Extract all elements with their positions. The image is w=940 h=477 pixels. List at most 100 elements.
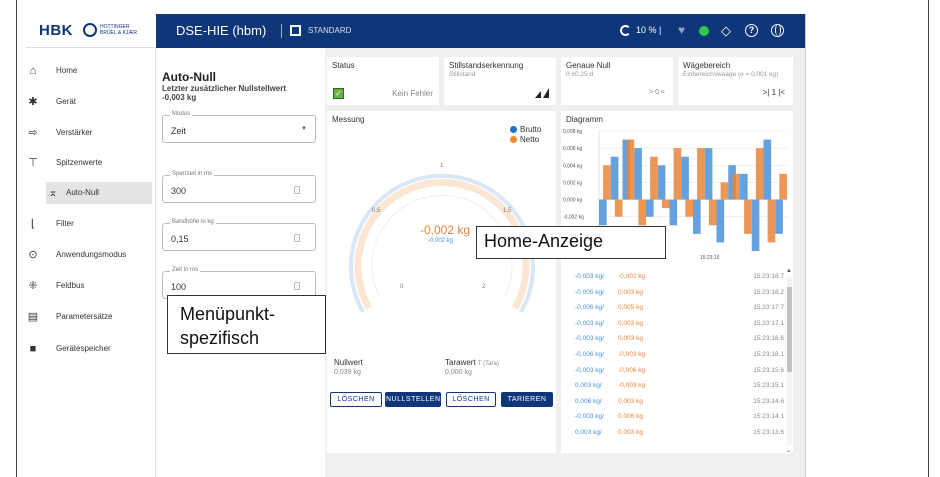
bar-netto <box>685 199 693 217</box>
list-item: -0,003 kg/ -0,002 kg 15:23:18.7 <box>565 273 784 287</box>
sidebar-item-anwendungsmodus[interactable]: ⊙ Anwendungsmodus <box>26 244 156 266</box>
tarawert-value: 0,000 kg <box>445 369 472 376</box>
sidebar-item-geraet[interactable]: ✱ Gerät <box>26 91 156 113</box>
field-label: Bandhöhe in kg <box>170 219 216 225</box>
bandhoehe-input[interactable]: Bandhöhe in kg 0,15 <box>162 219 316 251</box>
history-netto: 0,003 kg <box>618 335 643 343</box>
bar-netto <box>650 156 658 200</box>
bar-netto <box>673 148 682 200</box>
stillstand-card: Stillstandserkennung Stillstand <box>444 57 556 105</box>
sidebar-item-home[interactable]: ⌂ Home <box>26 60 156 82</box>
sidebar-item-auto-null[interactable]: ⌅ Auto-Null <box>46 182 152 204</box>
nullstellen-button[interactable]: NULLSTELLEN <box>385 392 441 407</box>
tarawert-extra: T (Tara) <box>477 361 499 367</box>
sidebar-item-feldbus[interactable]: ⁜ Feldbus <box>26 275 156 297</box>
parameter-sets-icon: ▤ <box>27 311 39 323</box>
zero-indicator: > 0 < <box>649 89 665 96</box>
sidebar-item-label: Gerät <box>56 97 77 106</box>
history-time: 15:23:17.1 <box>753 319 784 327</box>
scrollbar[interactable] <box>787 277 792 445</box>
cpu-load-label: 10 % | <box>636 25 662 35</box>
sidebar-item-filter[interactable]: ⌊ Filter <box>26 213 156 235</box>
bar-brutto <box>646 199 654 217</box>
genaue-null-title: Genaue Null <box>566 61 611 70</box>
scroll-down-icon[interactable]: ⌄ <box>786 447 791 454</box>
field-label: Sperrzeit in ms <box>170 171 215 177</box>
sidebar-item-label: Home <box>56 66 78 75</box>
genaue-null-sub: 0 ±0,25 d <box>566 71 594 78</box>
y-tick-label: 0,002 kg <box>563 180 582 186</box>
history-time: 15:23:14.1 <box>753 413 784 421</box>
y-tick-label: -0,002 kg <box>563 215 584 221</box>
list-item: 0,006 kg/0,003 kg 15:23:14.6 <box>565 398 784 412</box>
last-zero-value: Letzter zusätzlicher Nullstellwert -0,00… <box>162 84 322 102</box>
scrollbar-thumb[interactable] <box>787 287 792 372</box>
sidebar-item-spitzenwerte[interactable]: ⊤ Spitzenwerte <box>26 152 156 174</box>
language-globe-icon[interactable] <box>771 24 784 37</box>
history-brutto: -0,006 kg/ <box>575 351 604 358</box>
sidebar-item-label: Gerätespeicher <box>56 344 111 353</box>
sidebar-item-label: Feldbus <box>56 281 85 290</box>
callout-menupunkt-line2: spezifisch <box>180 328 260 348</box>
list-item: 0,003 kg/ -0,003 kg 15:23:15.1 <box>565 382 784 396</box>
sidebar-item-label: Parametersätze <box>56 312 113 321</box>
status-text: Kein Fehler <box>392 89 433 98</box>
field-value: 100 <box>171 282 187 292</box>
bar-brutto <box>681 156 689 200</box>
genaue-null-card: Genaue Null 0 ±0,25 d > 0 < <box>561 57 673 105</box>
history-time: 15:23:15.6 <box>753 366 784 374</box>
history-time: 15:23:16.1 <box>753 351 784 358</box>
list-item: -0,005 kg/0,003 kg 15:23:18.2 <box>565 289 784 303</box>
stepper-icon[interactable] <box>294 234 300 242</box>
list-item: -0,003 kg/0,006 kg 15:23:14.1 <box>565 413 784 427</box>
bar-netto <box>767 199 776 243</box>
callout-home-anzeige: Home-Anzeige <box>476 226 666 259</box>
bar-netto <box>626 139 635 200</box>
scroll-up-icon[interactable]: ▲ <box>786 268 792 274</box>
cpu-load-value: 10 % <box>636 25 657 35</box>
nullwert-label: Nullwert <box>334 358 363 367</box>
logo-brand: HBK <box>39 22 73 39</box>
logo-area: HBK HOTTINGER BRÜEL & KJÆR <box>26 14 156 48</box>
sidebar-item-label: Anwendungsmodus <box>56 250 127 259</box>
legend-brutto: Brutto <box>510 125 541 134</box>
target-icon[interactable]: ◇ <box>721 23 731 39</box>
loeschen-tara-button[interactable]: LÖSCHEN <box>446 392 496 407</box>
last-zero-label: Letzter zusätzlicher Nullstellwert <box>162 84 287 93</box>
history-netto: -0,003 kg <box>618 351 646 358</box>
tarieren-button[interactable]: TARIEREN <box>501 392 553 407</box>
history-brutto: -0,003 kg/ <box>575 319 604 327</box>
field-value: 0,15 <box>171 234 189 244</box>
bar-netto <box>697 148 705 200</box>
folder-icon: ■ <box>29 343 37 355</box>
help-icon[interactable]: ? <box>745 24 758 37</box>
peak-icon: ⊤ <box>28 157 38 169</box>
bar-netto <box>661 199 670 209</box>
loeschen-null-button[interactable]: LÖSCHEN <box>330 392 382 407</box>
checkbox-icon: ✓ <box>333 88 344 99</box>
stepper-icon[interactable] <box>294 282 300 290</box>
sidebar-item-parametersaetze[interactable]: ▤ Parametersätze <box>26 306 156 328</box>
modus-select[interactable]: Modus Zeit ▼ <box>162 111 316 143</box>
sidebar-item-verstaerker[interactable]: ⇨ Verstärker <box>26 122 156 144</box>
frame-border-left <box>16 0 17 477</box>
legend-netto-label: Netto <box>520 135 540 144</box>
sidebar-item-geraetespeicher[interactable]: ■ Gerätespeicher <box>26 338 156 360</box>
callout-menupunkt-line1: Menüpunkt- <box>180 304 276 324</box>
parameter-mode-icon[interactable] <box>290 25 301 36</box>
bar-brutto <box>610 156 619 200</box>
history-time: 15:23:18.7 <box>753 273 784 280</box>
logo-subtext: HOTTINGER BRÜEL & KJÆR <box>100 24 137 36</box>
mode-label[interactable]: STANDARD <box>308 26 351 35</box>
bar-brutto <box>775 199 783 234</box>
bar-brutto <box>693 199 701 234</box>
gauge-value-small: -0,002 kg <box>428 238 454 244</box>
history-brutto: -0,003 kg/ <box>575 366 604 374</box>
bar-brutto <box>657 165 666 200</box>
status-led-icon <box>699 26 709 36</box>
logo-sub2: BRÜEL & KJÆR <box>100 30 138 36</box>
stepper-icon[interactable] <box>294 186 300 194</box>
sperrzeit-input[interactable]: Sperrzeit in ms 300 <box>162 171 316 203</box>
home-icon: ⌂ <box>29 65 37 77</box>
y-tick-label: 0,004 kg <box>563 163 582 169</box>
